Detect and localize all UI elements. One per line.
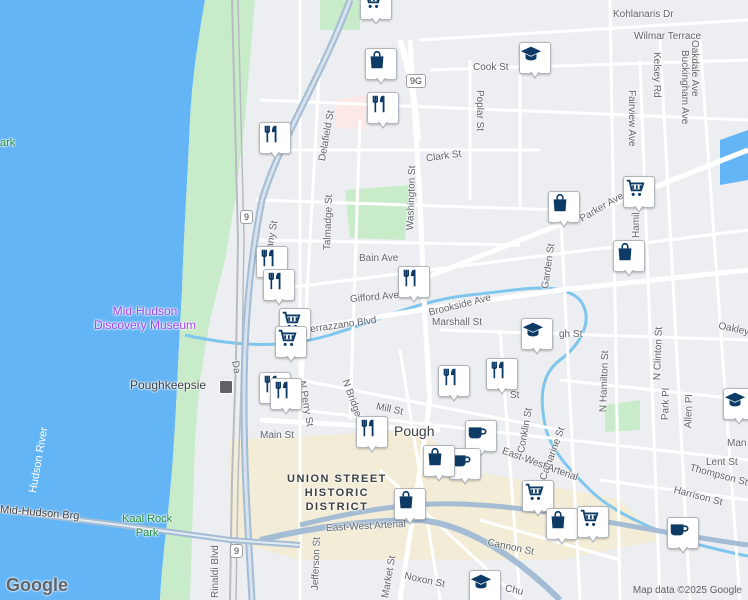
poi-marker-shopping-bag[interactable] [365, 48, 397, 88]
coffee-icon[interactable] [667, 517, 699, 549]
poi-marker-school[interactable] [469, 570, 501, 600]
poi-marker-restaurant[interactable] [263, 269, 295, 309]
shopping-bag-icon[interactable] [548, 191, 580, 223]
poi-marker-school[interactable] [521, 318, 553, 358]
poi-marker-shopping-bag[interactable] [423, 445, 455, 485]
route-9g-shield: 9G [406, 74, 427, 88]
poi-marker-school[interactable] [519, 42, 551, 82]
poi-marker-restaurant[interactable] [438, 365, 470, 405]
shopping-cart-icon[interactable] [577, 506, 609, 538]
restaurant-icon[interactable] [259, 122, 291, 154]
poi-marker-restaurant[interactable] [270, 378, 302, 418]
shopping-bag-icon[interactable] [546, 508, 578, 540]
school-icon[interactable] [469, 570, 501, 600]
restaurant-icon[interactable] [263, 269, 295, 301]
school-icon[interactable] [723, 388, 748, 420]
poi-marker-shopping-cart[interactable] [275, 326, 307, 366]
map-base-layer [0, 0, 748, 600]
poi-marker-shopping-bag[interactable] [613, 240, 645, 280]
school-icon[interactable] [521, 318, 553, 350]
poi-marker-restaurant[interactable] [398, 266, 430, 306]
shopping-bag-icon[interactable] [613, 240, 645, 272]
train-station-icon[interactable] [219, 380, 233, 394]
restaurant-icon[interactable] [438, 365, 470, 397]
shopping-bag-icon[interactable] [394, 488, 426, 520]
poi-marker-coffee[interactable] [667, 517, 699, 557]
poi-marker-shopping-bag[interactable] [394, 488, 426, 528]
restaurant-icon[interactable] [398, 266, 430, 298]
school-icon[interactable] [519, 42, 551, 74]
restaurant-icon[interactable] [486, 358, 518, 390]
park-area [345, 185, 410, 240]
park-area [605, 400, 640, 432]
google-logo: Google [6, 575, 68, 595]
restaurant-icon[interactable] [356, 416, 388, 448]
poi-marker-restaurant[interactable] [367, 92, 399, 132]
poi-marker-shopping-cart[interactable] [360, 0, 392, 28]
route-9-shield-south: 9 [230, 544, 244, 558]
poi-marker-restaurant[interactable] [356, 416, 388, 456]
poi-marker-shopping-cart[interactable] [623, 176, 655, 216]
restaurant-icon[interactable] [367, 92, 399, 124]
poi-marker-shopping-bag[interactable] [548, 191, 580, 231]
poi-marker-shopping-cart[interactable] [577, 506, 609, 546]
map-attribution[interactable]: Map data ©2025 Google [633, 585, 742, 596]
restaurant-icon[interactable] [270, 378, 302, 410]
shopping-cart-icon[interactable] [275, 326, 307, 358]
poi-marker-restaurant[interactable] [486, 358, 518, 398]
poi-marker-school[interactable] [723, 388, 748, 428]
shopping-cart-icon[interactable] [623, 176, 655, 208]
map-canvas[interactable]: Kohlanaris Dr Wilmar Terrace Cook St Oak… [0, 0, 748, 600]
poi-marker-restaurant[interactable] [259, 122, 291, 162]
shopping-bag-icon[interactable] [365, 48, 397, 80]
shopping-bag-icon[interactable] [423, 445, 455, 477]
poi-marker-shopping-bag[interactable] [546, 508, 578, 548]
route-9-shield-north: 9 [240, 210, 254, 224]
